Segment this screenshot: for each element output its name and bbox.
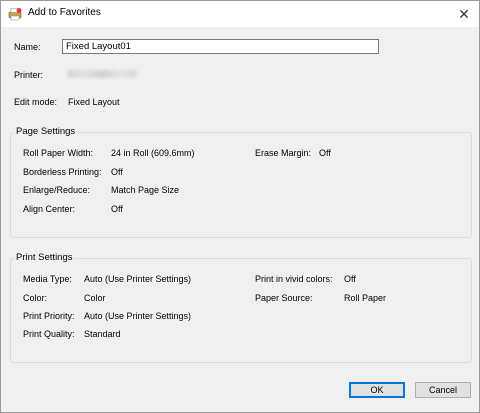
media-type-label: Media Type: — [23, 274, 72, 284]
name-label: Name: — [14, 42, 41, 52]
erase-margin-label: Erase Margin: — [255, 148, 312, 158]
roll-paper-width-label: Roll Paper Width: — [23, 148, 94, 158]
print-settings-title: Print Settings — [14, 252, 75, 263]
print-quality-label: Print Quality: — [23, 329, 75, 339]
enlarge-reduce-value: Match Page Size — [111, 185, 180, 195]
align-center-value: Off — [111, 204, 123, 214]
close-icon: ✕ — [458, 5, 470, 22]
borderless-printing-value: Off — [111, 167, 123, 177]
paper-source-value: Roll Paper — [344, 293, 387, 303]
borderless-printing-label: Borderless Printing: — [23, 167, 102, 177]
vivid-colors-label: Print in vivid colors: — [255, 274, 333, 284]
printer-label: Printer: — [14, 70, 44, 80]
cancel-button[interactable]: Cancel — [415, 382, 471, 398]
edit-mode-label: Edit mode: — [14, 97, 58, 107]
color-label: Color: — [23, 293, 48, 303]
erase-margin-value: Off — [319, 148, 331, 158]
close-button[interactable]: ✕ — [449, 1, 479, 27]
vivid-colors-value: Off — [344, 274, 356, 284]
align-center-label: Align Center: — [23, 204, 76, 214]
color-value: Color — [84, 293, 106, 303]
name-field[interactable] — [62, 39, 379, 54]
print-settings-group — [10, 258, 472, 363]
enlarge-reduce-label: Enlarge/Reduce: — [23, 185, 91, 195]
ok-button[interactable]: OK — [349, 382, 405, 398]
favorites-printer-icon — [8, 8, 22, 21]
edit-mode-value: Fixed Layout — [68, 97, 120, 107]
print-priority-value: Auto (Use Printer Settings) — [84, 311, 192, 321]
print-priority-label: Print Priority: — [23, 311, 75, 321]
paper-source-label: Paper Source: — [255, 293, 313, 303]
window-title: Add to Favorites — [28, 7, 101, 18]
media-type-value: Auto (Use Printer Settings) — [84, 274, 192, 284]
roll-paper-width-value: 24 in Roll (609.6mm) — [111, 148, 195, 158]
print-quality-value: Standard — [84, 329, 121, 339]
title-bar[interactable]: Add to Favorites ✕ — [1, 1, 479, 27]
printer-name-redacted — [67, 70, 137, 78]
page-settings-title: Page Settings — [14, 126, 78, 137]
add-to-favorites-dialog: Add to Favorites ✕ Name: Printer: Edit m… — [0, 0, 480, 413]
